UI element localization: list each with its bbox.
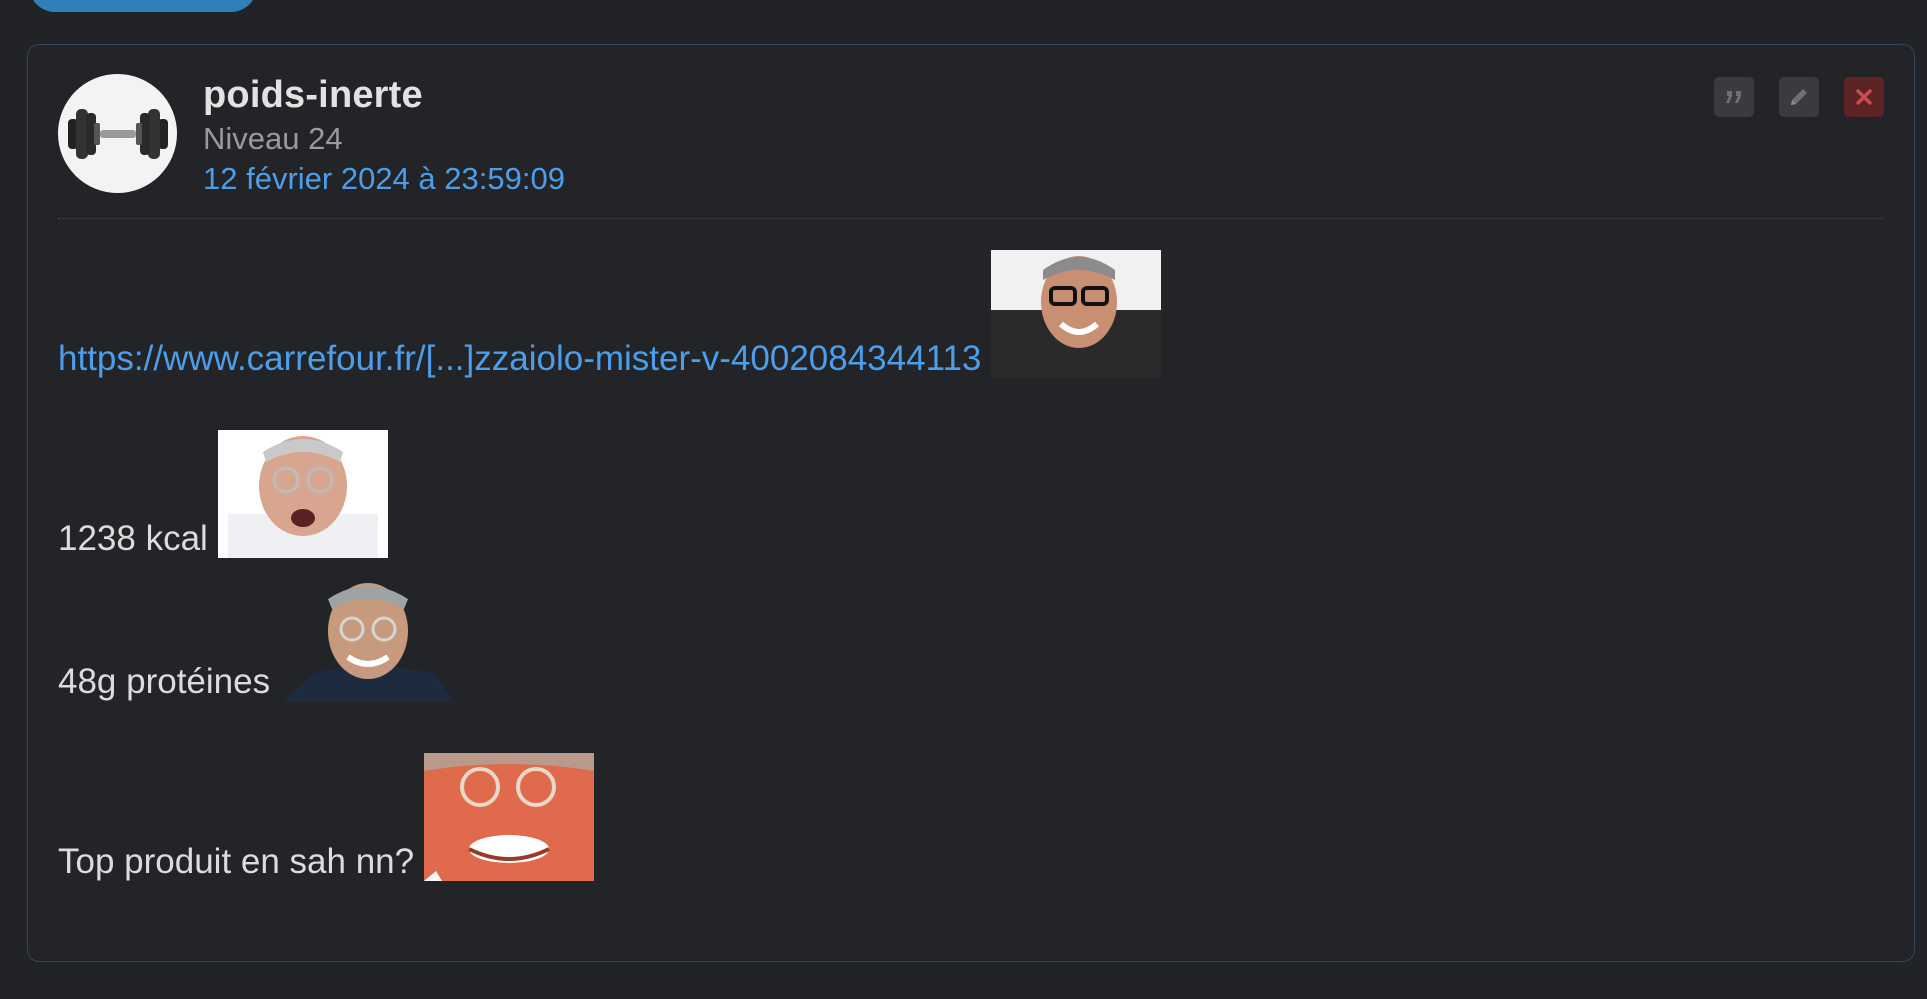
post-actions bbox=[1714, 77, 1884, 117]
pencil-icon bbox=[1791, 89, 1807, 105]
author-level: Niveau 24 bbox=[203, 121, 343, 156]
author-name[interactable]: poids-inerte bbox=[203, 74, 423, 117]
post-date[interactable]: 12 février 2024 à 23:59:09 bbox=[203, 161, 565, 197]
body-line-link: https://www.carrefour.fr/[...]zzaiolo-mi… bbox=[58, 250, 1162, 378]
dumbbell-icon bbox=[67, 108, 168, 159]
proteins-text: 48g protéines bbox=[58, 662, 271, 701]
edit-button[interactable] bbox=[1779, 77, 1819, 117]
quote-icon bbox=[1726, 91, 1741, 103]
close-icon bbox=[1856, 89, 1872, 105]
sticker-image bbox=[217, 430, 388, 558]
body-line-proteins: 48g protéines bbox=[58, 573, 455, 701]
delete-button[interactable] bbox=[1844, 77, 1884, 117]
forum-post: poids-inerte Niveau 24 12 février 2024 à… bbox=[27, 44, 1915, 962]
page: poids-inerte Niveau 24 12 février 2024 à… bbox=[0, 0, 1927, 999]
kcal-text: 1238 kcal bbox=[58, 519, 208, 558]
body-line-kcal: 1238 kcal bbox=[58, 430, 388, 558]
quote-button[interactable] bbox=[1714, 77, 1754, 117]
top-blue-button[interactable] bbox=[29, 0, 257, 12]
product-link[interactable]: https://www.carrefour.fr/[...]zzaiolo-mi… bbox=[58, 341, 981, 376]
header-separator bbox=[58, 218, 1884, 219]
sticker-image bbox=[284, 573, 455, 701]
sticker-image bbox=[991, 250, 1162, 378]
question-text: Top produit en sah nn? bbox=[58, 842, 415, 881]
avatar[interactable] bbox=[58, 74, 177, 193]
body-line-question: Top produit en sah nn? bbox=[58, 753, 595, 881]
sticker-image bbox=[424, 753, 595, 881]
